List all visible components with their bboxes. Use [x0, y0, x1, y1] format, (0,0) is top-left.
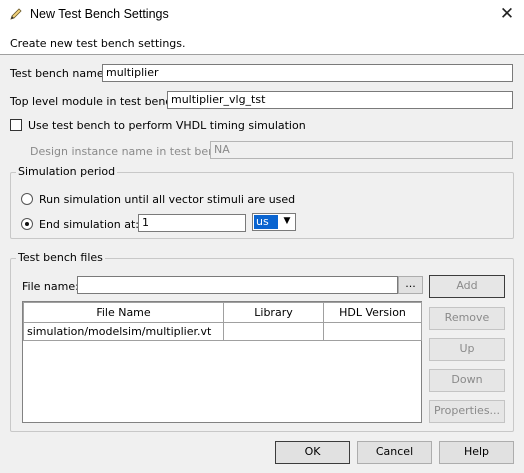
help-button[interactable]: Help: [439, 441, 514, 464]
run-all-label: Run simulation until all vector stimuli …: [39, 193, 296, 206]
column-header-library[interactable]: Library: [223, 302, 324, 323]
simulation-period-title: Simulation period: [16, 165, 118, 178]
cell-file-name: simulation/modelsim/multiplier.vt: [23, 322, 224, 341]
design-instance-field: NA: [210, 141, 513, 159]
testbench-name-label: Test bench name:: [10, 67, 108, 80]
cell-hdl-version: [323, 322, 422, 341]
table-row[interactable]: simulation/modelsim/multiplier.vt: [23, 322, 422, 341]
file-table-header: File Name Library HDL Version: [23, 302, 422, 323]
chevron-down-icon[interactable]: ▼: [280, 215, 294, 229]
cancel-button[interactable]: Cancel: [357, 441, 432, 464]
end-time-field[interactable]: 1: [138, 214, 246, 232]
run-all-radio[interactable]: [21, 193, 33, 205]
window-title: New Test Bench Settings: [30, 7, 169, 21]
top-module-label: Top level module in test bench:: [10, 95, 183, 108]
browse-button[interactable]: ...: [398, 276, 423, 294]
time-unit-select[interactable]: us ▼: [252, 213, 296, 231]
properties-button[interactable]: Properties...: [429, 400, 505, 423]
file-table: File Name Library HDL Version simulation…: [23, 302, 422, 341]
file-name-label: File name:: [22, 280, 79, 293]
pencil-icon: [10, 8, 22, 20]
column-header-file-name[interactable]: File Name: [23, 302, 224, 323]
testbench-name-field[interactable]: multiplier: [102, 64, 513, 82]
time-unit-value: us: [254, 215, 278, 229]
down-button[interactable]: Down: [429, 369, 505, 392]
vhdl-timing-checkbox[interactable]: [10, 119, 22, 131]
close-icon[interactable]: ✕: [490, 0, 524, 30]
top-module-field[interactable]: multiplier_vlg_tst: [167, 91, 513, 109]
add-button[interactable]: Add: [429, 275, 505, 298]
remove-button[interactable]: Remove: [429, 307, 505, 330]
vhdl-timing-label: Use test bench to perform VHDL timing si…: [28, 119, 306, 132]
up-button[interactable]: Up: [429, 338, 505, 361]
design-instance-label: Design instance name in test bench:: [30, 145, 232, 158]
file-name-field[interactable]: [77, 276, 398, 294]
ok-button[interactable]: OK: [275, 441, 350, 464]
end-at-radio[interactable]: [21, 218, 33, 230]
cell-library: [223, 322, 324, 341]
column-header-hdl-version[interactable]: HDL Version: [323, 302, 422, 323]
file-list[interactable]: File Name Library HDL Version simulation…: [22, 301, 422, 423]
description-text: Create new test bench settings.: [10, 37, 186, 50]
test-bench-files-title: Test bench files: [16, 251, 105, 264]
end-at-label: End simulation at:: [39, 218, 139, 231]
